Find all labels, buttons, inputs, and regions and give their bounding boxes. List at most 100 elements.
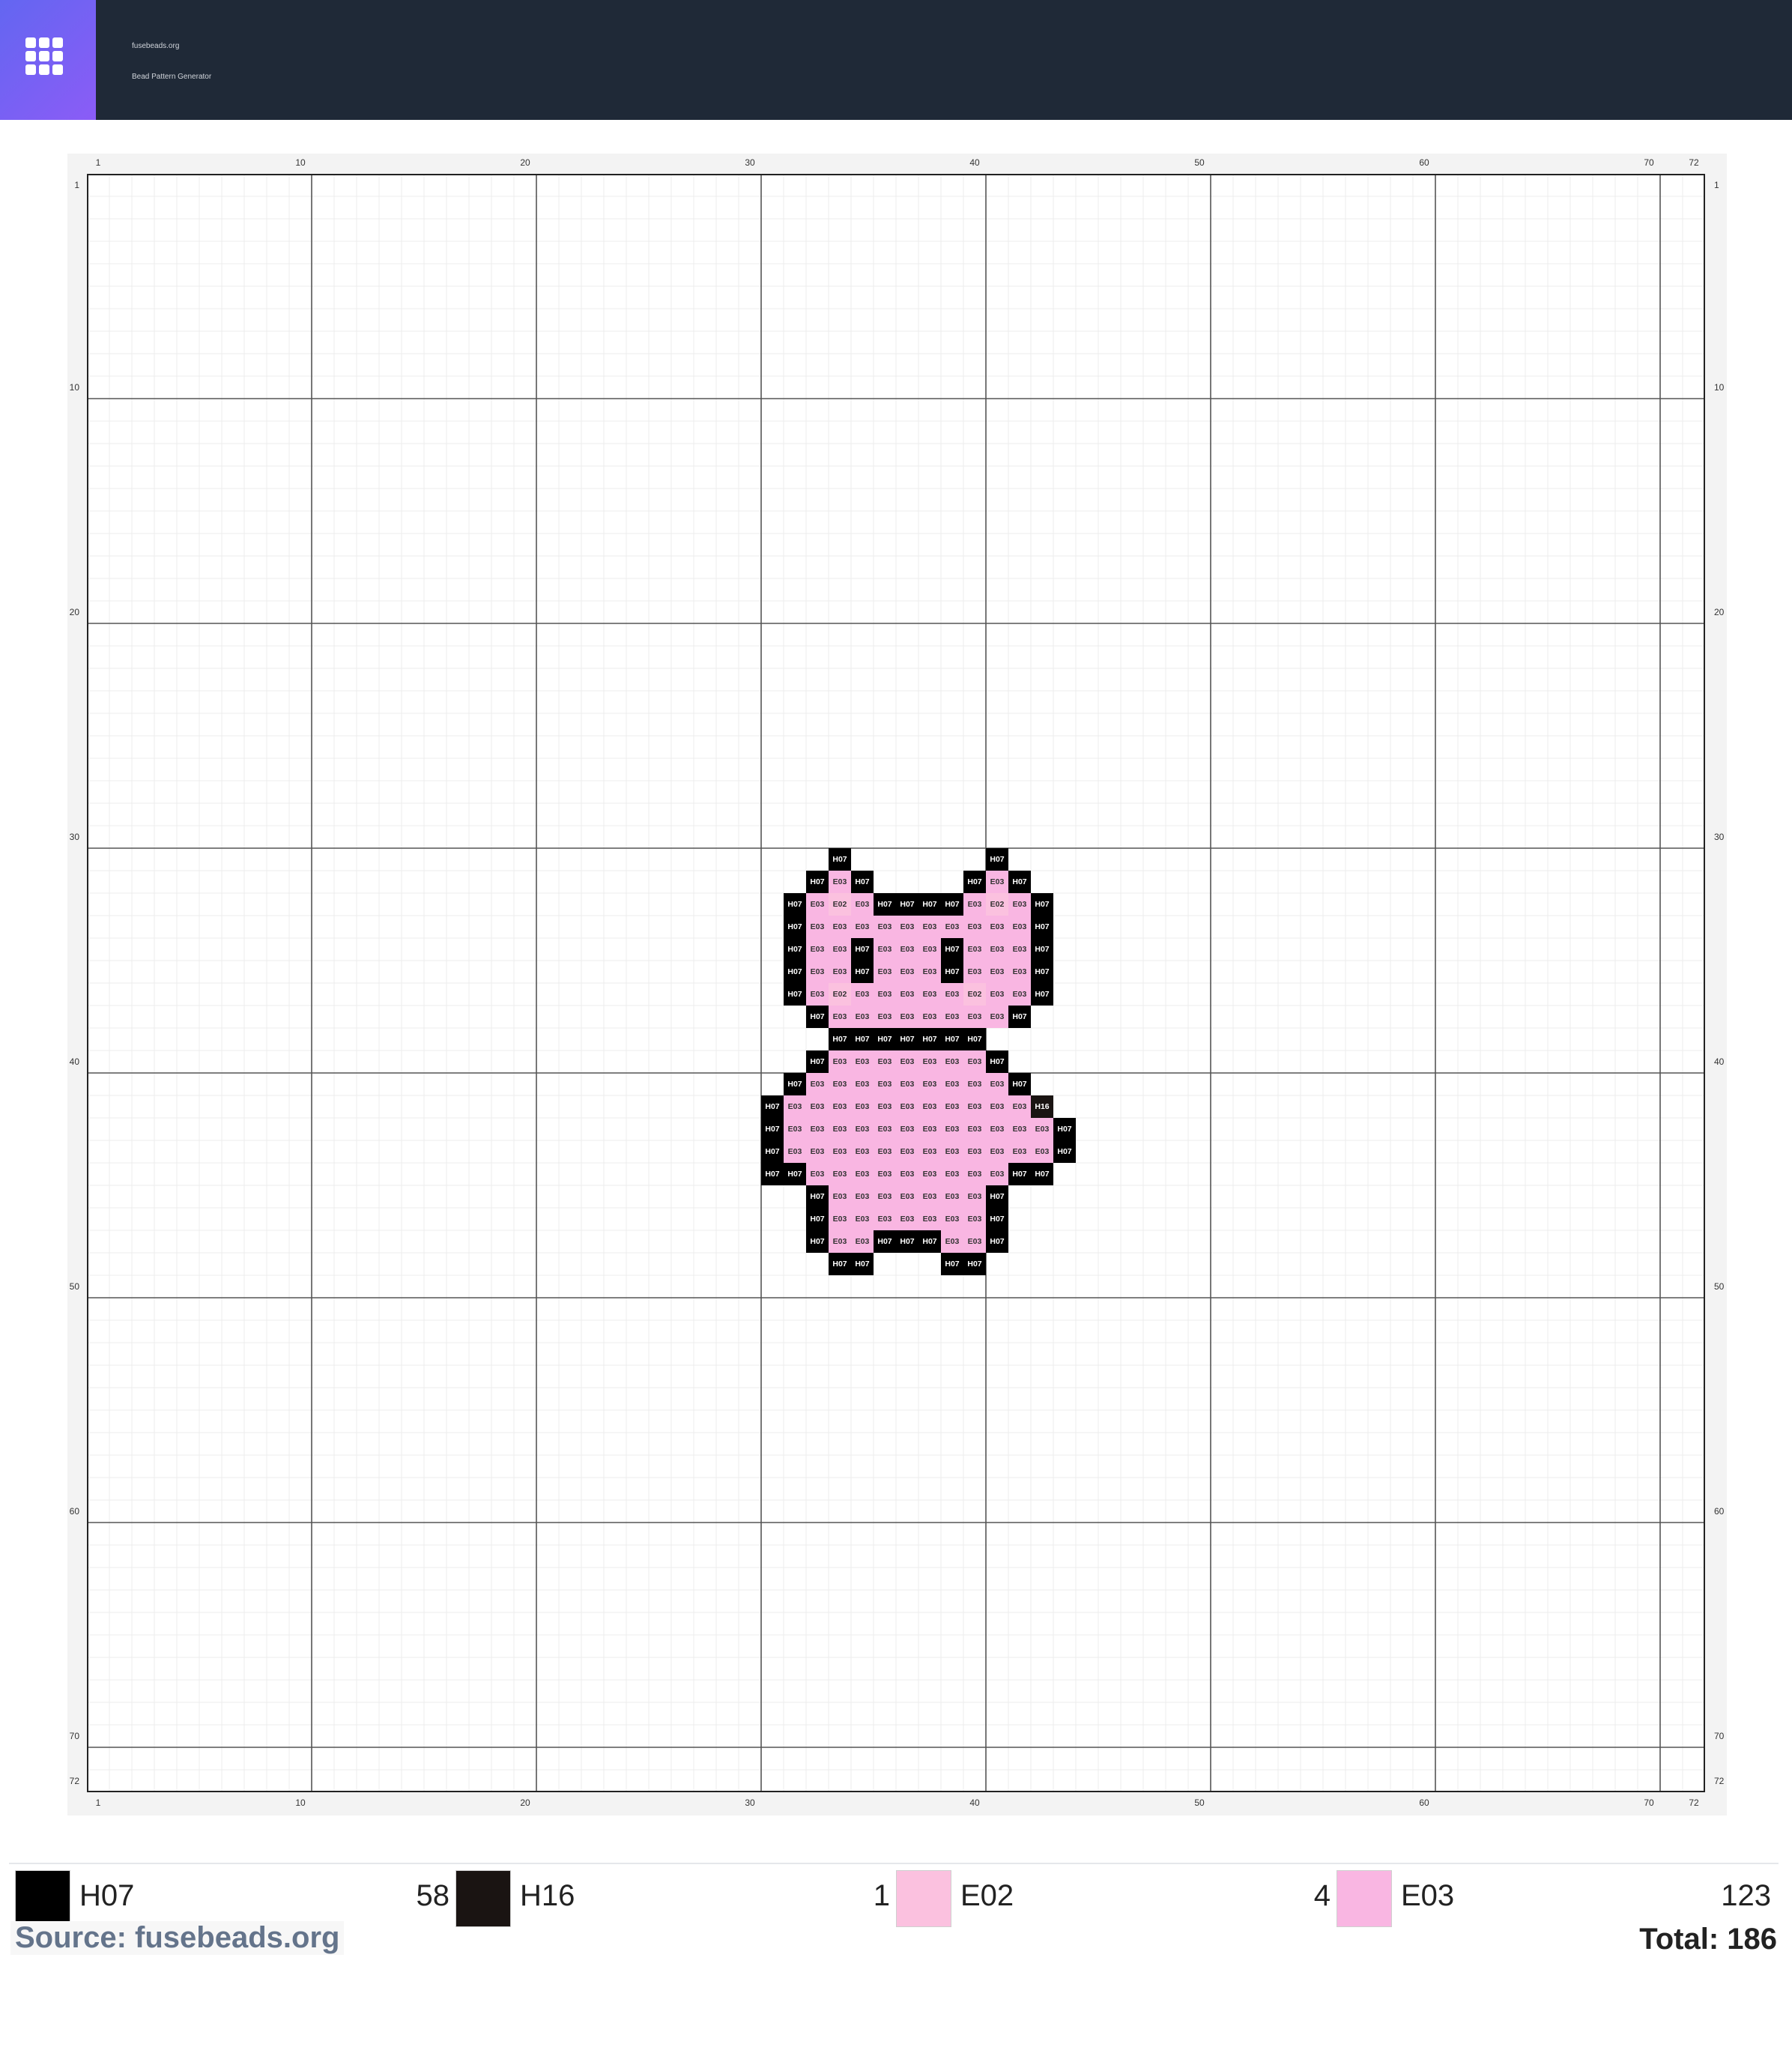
bead-e03[interactable]: E03 xyxy=(829,1095,851,1118)
bead-e02[interactable]: E02 xyxy=(829,893,851,916)
bead-e03[interactable]: E03 xyxy=(941,1140,963,1163)
bead-e03[interactable]: E03 xyxy=(918,1095,941,1118)
bead-e03[interactable]: E03 xyxy=(1008,1095,1031,1118)
bead-e03[interactable]: E03 xyxy=(986,1073,1008,1095)
bead-e03[interactable]: E03 xyxy=(874,938,896,961)
bead-e03[interactable]: E03 xyxy=(941,1095,963,1118)
bead-e03[interactable]: E03 xyxy=(829,871,851,893)
bead-e03[interactable]: E03 xyxy=(986,983,1008,1006)
bead-h07[interactable]: H07 xyxy=(851,961,874,983)
bead-e03[interactable]: E03 xyxy=(874,1050,896,1073)
bead-h07[interactable]: H07 xyxy=(1031,1163,1053,1185)
bead-h07[interactable]: H07 xyxy=(761,1118,784,1140)
bead-e03[interactable]: E03 xyxy=(806,1095,829,1118)
bead-e03[interactable]: E03 xyxy=(963,1050,986,1073)
bead-e03[interactable]: E03 xyxy=(851,1050,874,1073)
bead-e03[interactable]: E03 xyxy=(963,1006,986,1028)
bead-e03[interactable]: E03 xyxy=(851,1095,874,1118)
bead-e03[interactable]: E03 xyxy=(874,1073,896,1095)
bead-e03[interactable]: E03 xyxy=(874,1163,896,1185)
bead-h07[interactable]: H07 xyxy=(806,1006,829,1028)
bead-e03[interactable]: E03 xyxy=(784,1095,806,1118)
bead-e03[interactable]: E03 xyxy=(806,1140,829,1163)
site-name[interactable]: fusebeads.org xyxy=(132,42,179,50)
bead-e03[interactable]: E03 xyxy=(941,1208,963,1230)
bead-h07[interactable]: H07 xyxy=(851,1253,874,1275)
bead-e03[interactable]: E03 xyxy=(806,983,829,1006)
bead-e03[interactable]: E03 xyxy=(918,1140,941,1163)
bead-e03[interactable]: E03 xyxy=(851,916,874,938)
bead-h07[interactable]: H07 xyxy=(986,1050,1008,1073)
bead-h07[interactable]: H07 xyxy=(761,1095,784,1118)
bead-e03[interactable]: E03 xyxy=(806,961,829,983)
bead-e03[interactable]: E03 xyxy=(963,961,986,983)
bead-h07[interactable]: H07 xyxy=(918,893,941,916)
bead-e03[interactable]: E03 xyxy=(986,871,1008,893)
bead-e03[interactable]: E03 xyxy=(918,1050,941,1073)
bead-e03[interactable]: E03 xyxy=(896,983,918,1006)
bead-e03[interactable]: E03 xyxy=(896,1118,918,1140)
bead-e03[interactable]: E03 xyxy=(963,1140,986,1163)
bead-e03[interactable]: E03 xyxy=(851,1073,874,1095)
bead-h07[interactable]: H07 xyxy=(941,961,963,983)
bead-h07[interactable]: H07 xyxy=(784,983,806,1006)
bead-h07[interactable]: H07 xyxy=(986,1185,1008,1208)
bead-e02[interactable]: E02 xyxy=(829,983,851,1006)
bead-e03[interactable]: E03 xyxy=(963,1208,986,1230)
bead-e03[interactable]: E03 xyxy=(963,938,986,961)
grid-app-icon[interactable] xyxy=(0,0,96,120)
bead-e03[interactable]: E03 xyxy=(851,1163,874,1185)
bead-e03[interactable]: E03 xyxy=(896,916,918,938)
bead-h07[interactable]: H07 xyxy=(1008,1163,1031,1185)
bead-e03[interactable]: E03 xyxy=(874,1006,896,1028)
bead-e03[interactable]: E03 xyxy=(896,1208,918,1230)
bead-e03[interactable]: E03 xyxy=(829,916,851,938)
bead-e03[interactable]: E03 xyxy=(941,1050,963,1073)
bead-e03[interactable]: E03 xyxy=(896,961,918,983)
bead-h07[interactable]: H07 xyxy=(784,893,806,916)
bead-e03[interactable]: E03 xyxy=(896,1095,918,1118)
bead-e03[interactable]: E03 xyxy=(918,1118,941,1140)
bead-e03[interactable]: E03 xyxy=(829,1185,851,1208)
bead-e03[interactable]: E03 xyxy=(918,1163,941,1185)
bead-h07[interactable]: H07 xyxy=(1008,1006,1031,1028)
bead-h07[interactable]: H07 xyxy=(941,1253,963,1275)
bead-e03[interactable]: E03 xyxy=(1008,893,1031,916)
bead-h07[interactable]: H07 xyxy=(1031,961,1053,983)
bead-h07[interactable]: H07 xyxy=(851,871,874,893)
bead-e03[interactable]: E03 xyxy=(986,1140,1008,1163)
bead-h07[interactable]: H07 xyxy=(784,916,806,938)
bead-e03[interactable]: E03 xyxy=(986,1006,1008,1028)
bead-e03[interactable]: E03 xyxy=(896,1163,918,1185)
bead-h07[interactable]: H07 xyxy=(986,848,1008,871)
bead-e03[interactable]: E03 xyxy=(784,1118,806,1140)
bead-e03[interactable]: E03 xyxy=(1031,1140,1053,1163)
bead-h07[interactable]: H07 xyxy=(851,1028,874,1050)
bead-e03[interactable]: E03 xyxy=(963,916,986,938)
bead-e03[interactable]: E03 xyxy=(918,916,941,938)
bead-h07[interactable]: H07 xyxy=(963,1028,986,1050)
bead-e03[interactable]: E03 xyxy=(918,1208,941,1230)
bead-h07[interactable]: H07 xyxy=(874,1028,896,1050)
bead-e03[interactable]: E03 xyxy=(806,893,829,916)
bead-h07[interactable]: H07 xyxy=(806,1208,829,1230)
bead-h07[interactable]: H07 xyxy=(986,1230,1008,1253)
bead-e03[interactable]: E03 xyxy=(986,961,1008,983)
bead-h07[interactable]: H07 xyxy=(1031,938,1053,961)
bead-e03[interactable]: E03 xyxy=(963,893,986,916)
bead-e03[interactable]: E03 xyxy=(829,1006,851,1028)
bead-h07[interactable]: H07 xyxy=(874,1230,896,1253)
bead-e03[interactable]: E03 xyxy=(918,983,941,1006)
bead-e03[interactable]: E03 xyxy=(986,938,1008,961)
bead-h07[interactable]: H07 xyxy=(1053,1118,1076,1140)
bead-e03[interactable]: E03 xyxy=(941,1230,963,1253)
bead-h07[interactable]: H07 xyxy=(806,1050,829,1073)
bead-h07[interactable]: H07 xyxy=(829,848,851,871)
bead-h07[interactable]: H07 xyxy=(918,1028,941,1050)
bead-e03[interactable]: E03 xyxy=(806,938,829,961)
bead-h07[interactable]: H07 xyxy=(784,1163,806,1185)
bead-h07[interactable]: H07 xyxy=(941,1028,963,1050)
bead-e03[interactable]: E03 xyxy=(941,1006,963,1028)
bead-h07[interactable]: H07 xyxy=(1008,871,1031,893)
bead-e03[interactable]: E03 xyxy=(1008,1118,1031,1140)
